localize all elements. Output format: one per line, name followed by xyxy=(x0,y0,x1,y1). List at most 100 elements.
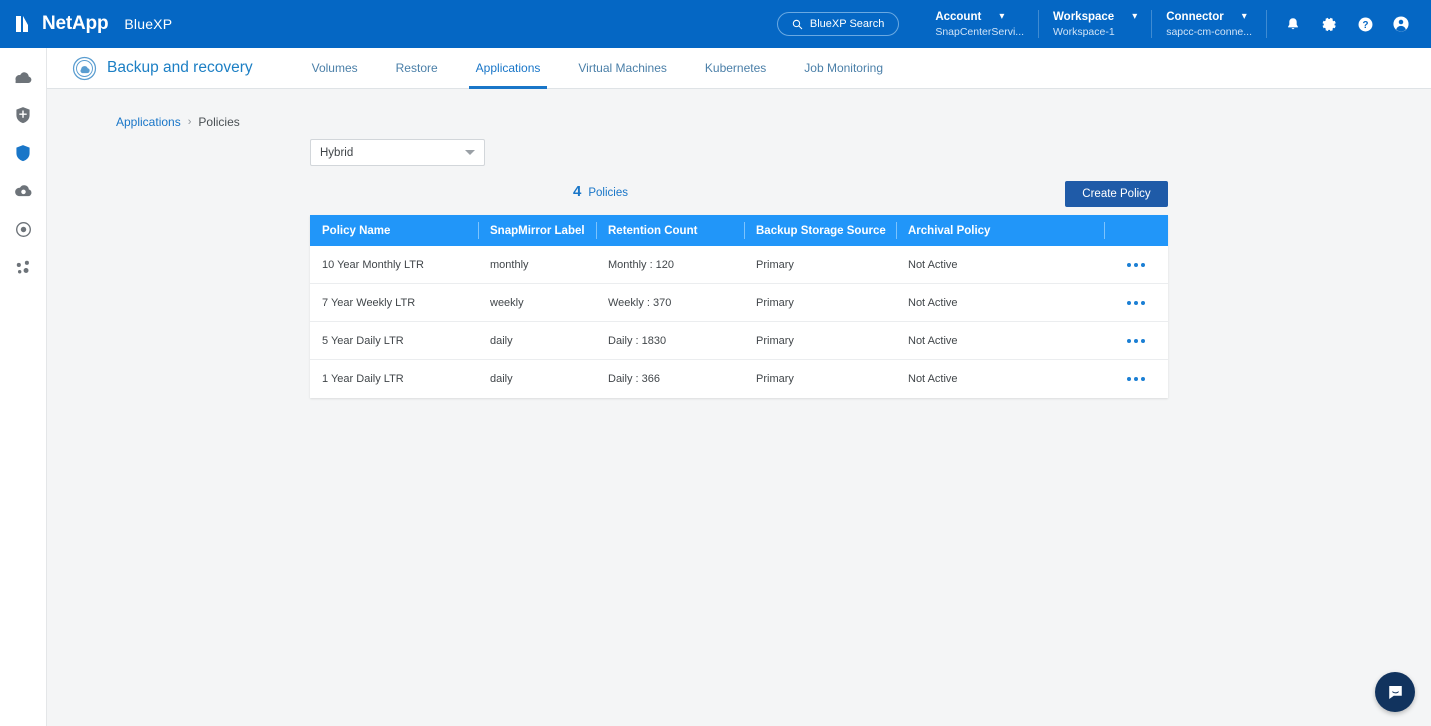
table-row[interactable]: 1 Year Daily LTR daily Daily : 366 Prima… xyxy=(310,360,1168,398)
policies-count-row: 4 Policies xyxy=(573,183,1431,209)
tab-applications[interactable]: Applications xyxy=(457,48,560,89)
account-label: Account xyxy=(935,11,981,23)
main-content: Applications › Policies Hybrid 4 Policie… xyxy=(47,89,1431,726)
tab-job-monitoring[interactable]: Job Monitoring xyxy=(785,48,902,89)
tab-label: Volumes xyxy=(312,61,358,75)
sidebar-item-governance[interactable] xyxy=(0,172,47,210)
cell-snapmirror-label: daily xyxy=(478,360,596,398)
kebab-dot-icon xyxy=(1127,377,1131,381)
table-row[interactable]: 5 Year Daily LTR daily Daily : 1830 Prim… xyxy=(310,322,1168,360)
netapp-logo[interactable]: NetApp xyxy=(16,13,108,35)
chevron-down-icon: ▾ xyxy=(1242,12,1247,22)
sidebar-item-protection[interactable] xyxy=(0,134,47,172)
cell-archival-policy: Not Active xyxy=(896,246,1104,284)
column-header-snapmirror-label[interactable]: SnapMirror Label xyxy=(478,215,596,246)
user-account-button[interactable] xyxy=(1383,0,1419,48)
cell-snapmirror-label: daily xyxy=(478,322,596,360)
column-header-retention-count[interactable]: Retention Count xyxy=(596,215,744,246)
brand-area[interactable]: NetApp BlueXP xyxy=(0,13,172,35)
service-title-group[interactable]: Backup and recovery xyxy=(72,56,253,81)
help-icon: ? xyxy=(1357,16,1374,33)
account-value: SnapCenterServi... xyxy=(935,26,1024,38)
row-actions-button[interactable] xyxy=(1104,360,1168,398)
account-selector[interactable]: Account ▾ SnapCenterServi... xyxy=(921,11,1038,38)
notifications-button[interactable] xyxy=(1275,0,1311,48)
kebab-dot-icon xyxy=(1141,263,1145,267)
product-name: BlueXP xyxy=(124,16,172,32)
tab-restore[interactable]: Restore xyxy=(377,48,457,89)
cell-snapmirror-label: weekly xyxy=(478,284,596,322)
kebab-dot-icon xyxy=(1127,301,1131,305)
column-header-actions xyxy=(1104,215,1168,246)
cell-backup-storage-source: Primary xyxy=(744,284,896,322)
cell-retention-count: Daily : 366 xyxy=(596,360,744,398)
kebab-dot-icon xyxy=(1134,301,1138,305)
health-shield-icon xyxy=(15,106,31,124)
kebab-dot-icon xyxy=(1127,263,1131,267)
sidebar-item-operations[interactable] xyxy=(0,210,47,248)
chat-bubble-icon xyxy=(1386,683,1405,702)
tab-volumes[interactable]: Volumes xyxy=(293,48,377,89)
app-root: NetApp BlueXP BlueXP Search Account ▾ Sn… xyxy=(0,0,1431,726)
backup-recovery-icon xyxy=(72,56,97,81)
kebab-dot-icon xyxy=(1127,339,1131,343)
tab-label: Job Monitoring xyxy=(804,61,883,75)
sidebar-item-health[interactable] xyxy=(0,96,47,134)
chat-support-button[interactable] xyxy=(1375,672,1415,712)
search-icon xyxy=(792,19,803,30)
top-navigation-bar: NetApp BlueXP BlueXP Search Account ▾ Sn… xyxy=(0,0,1431,48)
row-actions-button[interactable] xyxy=(1104,322,1168,360)
kebab-dot-icon xyxy=(1134,339,1138,343)
gear-icon xyxy=(1321,16,1338,33)
governance-icon xyxy=(14,183,33,199)
tab-label: Virtual Machines xyxy=(578,61,667,75)
breadcrumb: Applications › Policies xyxy=(116,115,240,129)
column-header-policy-name[interactable]: Policy Name xyxy=(310,215,478,246)
breadcrumb-applications-link[interactable]: Applications xyxy=(116,115,181,129)
mobility-icon xyxy=(15,259,32,276)
workspace-value: Workspace-1 xyxy=(1053,26,1137,38)
cell-policy-name: 7 Year Weekly LTR xyxy=(310,284,478,322)
service-title: Backup and recovery xyxy=(107,59,253,77)
table-row[interactable]: 7 Year Weekly LTR weekly Weekly : 370 Pr… xyxy=(310,284,1168,322)
cell-backup-storage-source: Primary xyxy=(744,360,896,398)
column-header-archival-policy[interactable]: Archival Policy xyxy=(896,215,1104,246)
help-button[interactable]: ? xyxy=(1347,0,1383,48)
sidebar-item-canvas[interactable] xyxy=(0,58,47,96)
brand-name: NetApp xyxy=(42,13,108,35)
breadcrumb-separator: › xyxy=(188,116,192,128)
table-header-row: Policy Name SnapMirror Label Retention C… xyxy=(310,215,1168,246)
create-policy-button[interactable]: Create Policy xyxy=(1065,181,1168,207)
tab-kubernetes[interactable]: Kubernetes xyxy=(686,48,785,89)
sidebar-item-mobility[interactable] xyxy=(0,248,47,286)
policies-count-label: Policies xyxy=(588,187,628,199)
cell-archival-policy: Not Active xyxy=(896,360,1104,398)
user-icon xyxy=(1392,15,1410,33)
cell-retention-count: Daily : 1830 xyxy=(596,322,744,360)
row-actions-button[interactable] xyxy=(1104,284,1168,322)
kebab-dot-icon xyxy=(1141,377,1145,381)
cell-retention-count: Monthly : 120 xyxy=(596,246,744,284)
service-header: Backup and recovery Volumes Restore Appl… xyxy=(47,48,1431,89)
kebab-dot-icon xyxy=(1134,377,1138,381)
cell-backup-storage-source: Primary xyxy=(744,246,896,284)
tab-label: Kubernetes xyxy=(705,61,766,75)
connector-selector[interactable]: Connector ▾ sapcc-cm-conne... xyxy=(1152,11,1266,38)
search-label: BlueXP Search xyxy=(810,18,884,30)
bluexp-search-button[interactable]: BlueXP Search xyxy=(777,12,899,36)
tab-virtual-machines[interactable]: Virtual Machines xyxy=(559,48,686,89)
cell-policy-name: 10 Year Monthly LTR xyxy=(310,246,478,284)
netapp-mark-icon xyxy=(16,16,36,32)
row-actions-button[interactable] xyxy=(1104,246,1168,284)
breadcrumb-current: Policies xyxy=(198,115,239,129)
tab-label: Restore xyxy=(396,61,438,75)
workspace-selector[interactable]: Workspace ▾ Workspace-1 xyxy=(1039,11,1151,38)
table-row[interactable]: 10 Year Monthly LTR monthly Monthly : 12… xyxy=(310,246,1168,284)
connector-value: sapcc-cm-conne... xyxy=(1166,26,1252,38)
canvas-icon xyxy=(14,70,33,85)
column-header-backup-storage-source[interactable]: Backup Storage Source xyxy=(744,215,896,246)
divider xyxy=(1266,10,1267,38)
settings-button[interactable] xyxy=(1311,0,1347,48)
connector-label: Connector xyxy=(1166,11,1224,23)
cell-snapmirror-label: monthly xyxy=(478,246,596,284)
